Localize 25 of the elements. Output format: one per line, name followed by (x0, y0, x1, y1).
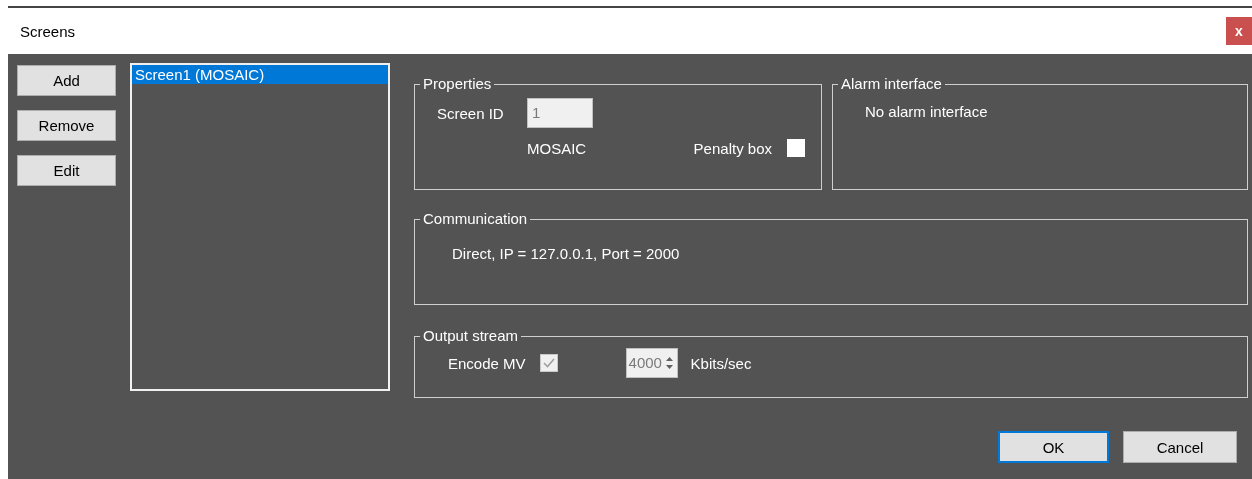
checkbox[interactable] (539, 354, 558, 372)
connection-text: Direct, IP = 127.0.0.1, Port = 2000 (451, 244, 681, 262)
checkbox-label: Penalty box (693, 139, 772, 157)
group-title: Properties (422, 75, 493, 93)
dialog-button[interactable]: OK (998, 431, 1109, 463)
status-text: No alarm interface (864, 102, 989, 120)
action-button[interactable]: Add (17, 65, 116, 96)
mode-label: MOSAIC (527, 139, 588, 157)
checkbox-label: Encode MV (448, 354, 526, 372)
action-button[interactable]: Edit (17, 155, 116, 186)
group-title: Alarm interface (840, 75, 943, 93)
spin-arrows-icon[interactable] (664, 355, 674, 371)
input-field[interactable]: 1 (527, 98, 593, 128)
action-button[interactable]: Remove (17, 110, 116, 141)
list-item[interactable]: Screen1 (MOSAIC) (132, 65, 388, 84)
unit-label: Kbits/sec (690, 354, 752, 372)
screen-list[interactable]: Screen1 (MOSAIC) (130, 63, 390, 391)
group-title: Communication (422, 210, 529, 228)
field-label: Screen ID (437, 104, 505, 122)
checkbox[interactable] (787, 139, 805, 157)
group-title: Output stream (422, 327, 520, 345)
spin-box[interactable]: 4000 (625, 348, 678, 378)
dialog-button[interactable]: Cancel (1123, 431, 1237, 463)
close-button[interactable]: x (1226, 17, 1252, 45)
window-title: Screens (20, 22, 76, 40)
